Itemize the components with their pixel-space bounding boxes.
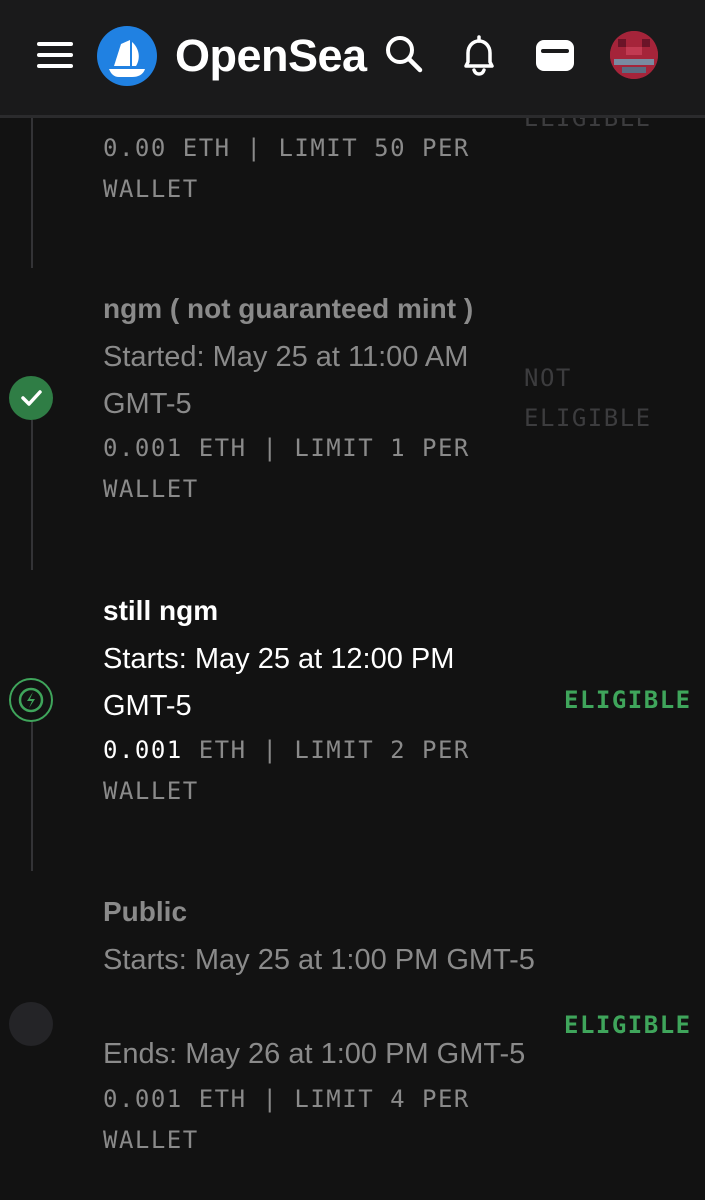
eligibility-status: ELIGIBLE: [564, 1011, 692, 1039]
brand-name[interactable]: OpenSea: [175, 30, 367, 82]
phase-end-time: Ends: May 26 at 1:00 PM GMT-5: [103, 1038, 526, 1070]
phase-name: still ngm: [103, 595, 219, 626]
phase-price: 0.001 ETH | LIMIT 1 PER WALLET: [103, 428, 523, 510]
eligibility-status: ELIGIBLE: [564, 686, 692, 714]
pending-dot-icon: [9, 1002, 53, 1046]
upcoming-bolt-icon: [9, 678, 53, 722]
phase-time: Starts: May 25 at 1:00 PM GMT-5: [103, 944, 535, 976]
price-amount: 0.001: [103, 434, 183, 462]
search-icon[interactable]: [382, 32, 428, 78]
menu-icon[interactable]: [37, 42, 73, 68]
top-navigation-bar: OpenSea: [0, 0, 705, 118]
eligibility-status: ELIGIBLE: [524, 118, 652, 132]
price-amount: 0.001: [103, 736, 183, 764]
phase-name: Public: [103, 896, 188, 927]
phase-time: Started: May 25 at 11:00 AM GMT-5: [103, 341, 469, 420]
timeline-connector: [31, 420, 33, 570]
opensea-logo[interactable]: [97, 26, 157, 86]
timeline-connector: [31, 721, 33, 871]
mint-schedule-timeline: ELIGIBLE 0.00 ETH | LIMIT 50 PER WALLET …: [0, 118, 705, 1200]
price-amount: 0.00: [103, 134, 167, 162]
completed-check-icon: [9, 376, 53, 420]
avatar[interactable]: [610, 31, 658, 79]
phase-name: ngm ( not guaranteed mint ): [103, 293, 474, 324]
bell-icon[interactable]: [456, 32, 502, 78]
phase-price: 0.00 ETH | LIMIT 50 PER WALLET: [103, 128, 523, 210]
wallet-icon[interactable]: [532, 32, 578, 78]
phase-price: 0.001 ETH | LIMIT 2 PER WALLET: [103, 730, 523, 812]
phase-time: Starts: May 25 at 12:00 PM GMT-5: [103, 643, 455, 722]
phase-price: 0.001 ETH | LIMIT 4 PER WALLET: [103, 1079, 523, 1161]
eligibility-status: NOT ELIGIBLE: [524, 364, 652, 432]
price-amount: 0.001: [103, 1085, 183, 1113]
timeline-connector: [31, 118, 33, 268]
